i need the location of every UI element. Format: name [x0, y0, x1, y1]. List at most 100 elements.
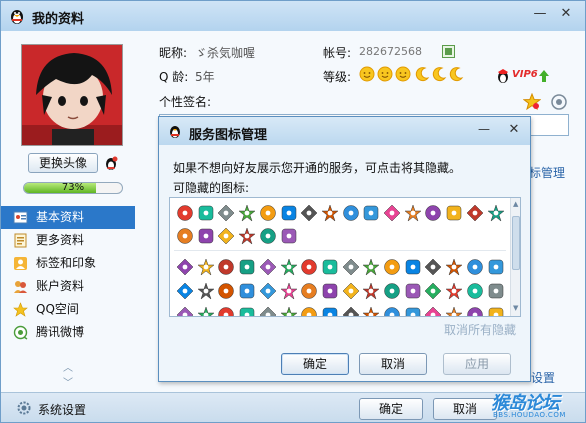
service-icon[interactable] [259, 258, 277, 276]
service-icon[interactable] [259, 282, 277, 300]
service-icon[interactable] [259, 306, 277, 317]
service-icon[interactable] [279, 306, 298, 317]
service-icon[interactable] [342, 258, 360, 276]
service-icon[interactable] [383, 204, 401, 222]
service-icon[interactable] [445, 282, 463, 300]
close-button[interactable]: ✕ [555, 5, 577, 23]
nav-scroll-up-icon[interactable]: ︿ [63, 359, 73, 374]
service-icon[interactable] [445, 306, 463, 317]
service-icon[interactable] [196, 306, 215, 317]
service-icon[interactable] [466, 306, 484, 317]
service-icon[interactable] [238, 306, 256, 317]
service-icon[interactable] [486, 204, 505, 222]
service-icon[interactable] [424, 282, 442, 300]
service-icon[interactable] [383, 258, 401, 276]
change-avatar-button[interactable]: 更换头像 [28, 153, 98, 173]
service-icon[interactable] [404, 306, 422, 317]
sidebar-item-weibo[interactable]: 腾讯微博 [1, 321, 135, 344]
service-icon[interactable] [362, 204, 380, 222]
settings-link[interactable]: 设置 [531, 369, 555, 386]
cancel-button[interactable]: 取消 [433, 398, 497, 420]
dialog-cancel-button[interactable]: 取消 [359, 353, 427, 375]
gear-icon[interactable] [16, 400, 32, 416]
service-icon[interactable] [176, 258, 194, 276]
dialog-title-bar[interactable]: 服务图标管理 — ✕ [159, 117, 530, 145]
service-icon[interactable] [342, 282, 360, 300]
service-icon[interactable] [487, 258, 505, 276]
service-icon[interactable] [176, 282, 194, 300]
service-icon[interactable] [217, 204, 235, 222]
service-icon[interactable] [466, 258, 484, 276]
icon-list-scrollbar[interactable]: ▲ ▼ [510, 198, 520, 316]
sidebar-item-qzone[interactable]: QQ空间 [1, 298, 135, 321]
ok-button[interactable]: 确定 [359, 398, 423, 420]
service-icon[interactable] [424, 204, 442, 222]
service-icon[interactable] [176, 306, 194, 317]
service-icon[interactable] [300, 204, 318, 222]
service-icon[interactable] [321, 306, 339, 317]
service-icon[interactable] [217, 282, 235, 300]
avatar[interactable] [21, 44, 123, 146]
service-icon[interactable] [217, 227, 235, 245]
service-icon[interactable] [300, 258, 318, 276]
service-icon[interactable] [196, 282, 215, 300]
dialog-apply-button[interactable]: 应用 [443, 353, 511, 375]
service-icon[interactable] [445, 204, 463, 222]
service-icon[interactable] [279, 258, 298, 276]
service-icon[interactable] [403, 204, 422, 222]
service-icon[interactable] [196, 258, 215, 276]
service-icon[interactable] [487, 306, 505, 317]
service-icon[interactable] [362, 258, 381, 276]
system-settings-link[interactable]: 系统设置 [38, 401, 86, 418]
unhide-all-link[interactable]: 取消所有隐藏 [444, 321, 516, 338]
service-icon[interactable] [197, 204, 215, 222]
service-icon[interactable] [176, 204, 194, 222]
sidebar-item-tags[interactable]: 标签和印象 [1, 252, 135, 275]
dialog-close-button[interactable]: ✕ [503, 121, 525, 139]
service-icon[interactable] [280, 227, 298, 245]
service-icon[interactable] [383, 306, 401, 317]
service-icon[interactable] [279, 282, 298, 300]
service-icon[interactable] [342, 204, 360, 222]
service-icon[interactable] [424, 258, 442, 276]
sidebar-item-more-info[interactable]: 更多资料 [1, 229, 135, 252]
service-icon[interactable] [259, 204, 277, 222]
sidebar-item-basic-info[interactable]: 基本资料 [1, 206, 135, 229]
vip-badge[interactable]: VIP6 [495, 68, 549, 84]
dialog-ok-button[interactable]: 确定 [281, 353, 349, 375]
service-icon[interactable] [342, 306, 360, 317]
service-icon[interactable] [300, 282, 318, 300]
nav-scroll-down-icon[interactable]: ﹀ [63, 374, 73, 389]
minimize-button[interactable]: — [529, 5, 551, 23]
service-icon[interactable] [300, 306, 318, 317]
dialog-minimize-button[interactable]: — [473, 121, 495, 139]
service-icon[interactable] [487, 282, 505, 300]
service-icon[interactable] [424, 306, 442, 317]
service-icon[interactable] [404, 258, 422, 276]
service-icon[interactable] [217, 306, 235, 317]
avatar-tools-icon[interactable] [103, 155, 119, 171]
service-icon[interactable] [238, 258, 256, 276]
qr-code-icon[interactable] [442, 45, 455, 58]
service-icon[interactable] [176, 227, 194, 245]
service-icon[interactable] [217, 258, 235, 276]
service-icon[interactable] [321, 282, 339, 300]
scroll-up-icon[interactable]: ▲ [513, 200, 518, 208]
service-icon[interactable] [445, 258, 463, 276]
service-icon[interactable] [362, 282, 381, 300]
service-icon[interactable] [238, 204, 256, 222]
camera-icon[interactable] [550, 93, 568, 111]
sidebar-item-account[interactable]: 账户资料 [1, 275, 135, 298]
service-icon[interactable] [238, 282, 256, 300]
star-icon[interactable] [523, 93, 541, 111]
service-icon[interactable] [321, 204, 339, 222]
service-icon[interactable] [238, 227, 256, 245]
service-icon[interactable] [466, 204, 484, 222]
service-icon[interactable] [362, 306, 381, 317]
service-icon[interactable] [197, 227, 215, 245]
service-icon[interactable] [404, 282, 422, 300]
service-icon[interactable] [383, 282, 401, 300]
title-bar[interactable]: 我的资料 — ✕ [1, 1, 585, 31]
scroll-down-icon[interactable]: ▼ [513, 304, 518, 312]
icon-manage-link[interactable]: 标管理 [529, 164, 565, 181]
